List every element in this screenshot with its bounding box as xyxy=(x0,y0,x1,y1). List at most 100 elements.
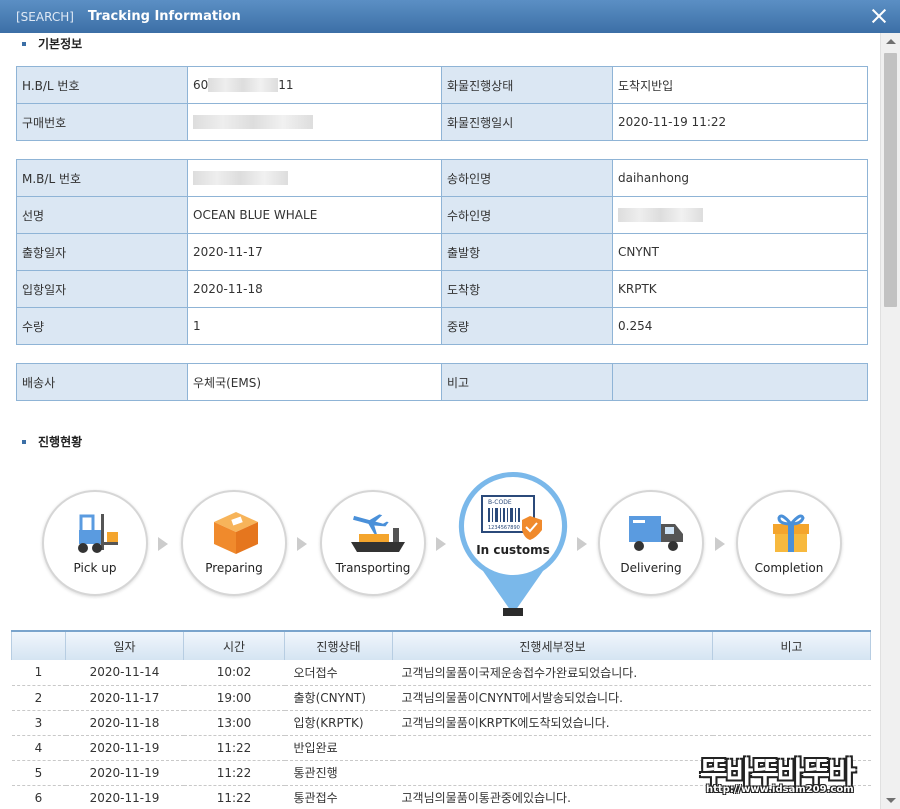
row-no: 3 xyxy=(11,710,66,736)
col-header-detail: 진행세부정보 xyxy=(392,630,713,660)
barcode-number: 1234567890 xyxy=(488,525,520,531)
row-date: 2020-11-19 xyxy=(65,735,184,761)
qty-label: 수량 xyxy=(16,307,188,345)
row-detail: 고객님의물품이통관중에있습니다. xyxy=(392,785,713,809)
vessel-label: 선명 xyxy=(16,196,188,234)
table-row: 4 2020-11-19 11:22 반입완료 xyxy=(11,735,871,761)
row-time: 11:22 xyxy=(183,785,285,809)
arrow-icon xyxy=(577,537,587,551)
vertical-scrollbar[interactable] xyxy=(880,33,900,809)
row-time: 11:22 xyxy=(183,735,285,761)
hbl-table: H.B/L 번호 60 11 화물진행상태 도착지반입 구매번호 화물진행일시 2… xyxy=(16,66,868,141)
arrow-icon xyxy=(158,537,168,551)
hbl-value: 60 11 xyxy=(187,66,442,104)
mbl-value xyxy=(187,159,442,197)
scroll-down-icon[interactable] xyxy=(886,798,896,803)
mbl-label: M.B/L 번호 xyxy=(16,159,188,197)
close-icon[interactable] xyxy=(868,5,890,27)
box-icon xyxy=(214,512,258,554)
row-detail: 고객님의물품이CNYNT에서발송되었습니다. xyxy=(392,685,713,711)
carrier-value: 우체국(EMS) xyxy=(187,363,442,401)
table-row: 3 2020-11-18 13:00 입항(KRPTK) 고객님의물품이KRPT… xyxy=(11,710,871,736)
customs-barcode-icon: B-CODE 1234567890 xyxy=(481,495,542,540)
table-row: 1 2020-11-14 10:02 오더접수 고객님의물품이국제운송접수가완료… xyxy=(11,660,871,686)
row-note xyxy=(712,685,871,711)
row-date: 2020-11-19 xyxy=(65,760,184,786)
step-delivering: Delivering xyxy=(598,490,704,596)
depart-date-label: 출항일자 xyxy=(16,233,188,271)
shipper-value: daihanhong xyxy=(612,159,868,197)
row-status: 반입완료 xyxy=(284,735,393,761)
status-label: 화물진행상태 xyxy=(441,66,613,104)
table-row: 6 2020-11-19 11:22 통관접수 고객님의물품이통관중에있습니다. xyxy=(11,785,871,809)
stamp-text: B-CODE xyxy=(488,499,512,506)
carrier-label: 배송사 xyxy=(16,363,188,401)
status-value: 도착지반입 xyxy=(612,66,868,104)
row-detail: 고객님의물품이KRPTK에도착되었습니다. xyxy=(392,710,713,736)
step-label-active: In customs xyxy=(476,543,550,557)
gift-icon xyxy=(773,514,809,552)
row-note xyxy=(712,785,871,809)
step-completion: Completion xyxy=(736,490,842,596)
row-detail xyxy=(392,735,713,761)
arrive-port-value: KRPTK xyxy=(612,270,868,308)
table-row: 2 2020-11-17 19:00 출항(CNYNT) 고객님의물품이CNYN… xyxy=(11,685,871,711)
history-table: 일자 시간 진행상태 진행세부정보 비고 1 2020-11-14 10:02 … xyxy=(11,630,871,809)
step-label: Transporting xyxy=(335,561,411,575)
row-note xyxy=(712,735,871,761)
purchase-label: 구매번호 xyxy=(16,103,188,141)
redacted-block xyxy=(193,171,288,186)
mbl-table: M.B/L 번호 송하인명 daihanhong 선명 OCEAN BLUE W… xyxy=(16,159,868,345)
col-header-time: 시간 xyxy=(183,630,285,660)
depart-date-value: 2020-11-17 xyxy=(187,233,442,271)
redacted-block xyxy=(618,208,703,223)
scroll-up-icon[interactable] xyxy=(886,39,896,44)
depart-port-value: CNYNT xyxy=(612,233,868,271)
status-time-value: 2020-11-19 11:22 xyxy=(612,103,868,141)
step-label: Completion xyxy=(754,561,824,575)
weight-label: 중량 xyxy=(441,307,613,345)
row-status: 통관접수 xyxy=(284,785,393,809)
arrive-port-label: 도착항 xyxy=(441,270,613,308)
step-label: Delivering xyxy=(620,561,682,575)
consignee-value xyxy=(612,196,868,234)
row-date: 2020-11-18 xyxy=(65,710,184,736)
shipper-label: 송하인명 xyxy=(441,159,613,197)
note-value xyxy=(612,363,868,401)
col-header-no xyxy=(11,630,66,660)
row-status: 오더접수 xyxy=(284,660,393,686)
arrow-icon xyxy=(715,537,725,551)
purchase-value xyxy=(187,103,442,141)
truck-icon xyxy=(629,516,683,551)
row-status: 출항(CNYNT) xyxy=(284,685,393,711)
bullet-icon xyxy=(22,439,26,444)
row-date: 2020-11-14 xyxy=(65,660,184,686)
carrier-table: 배송사 우체국(EMS) 비고 xyxy=(16,363,868,401)
scroll-thumb[interactable] xyxy=(884,53,897,307)
row-note xyxy=(712,710,871,736)
row-no: 5 xyxy=(11,760,66,786)
forklift-icon xyxy=(78,514,118,553)
table-row: 5 2020-11-19 11:22 통관진행 xyxy=(11,760,871,786)
arrow-icon xyxy=(297,537,307,551)
redacted-block xyxy=(208,78,279,93)
step-label: Pick up xyxy=(73,561,117,575)
window-title: Tracking Information xyxy=(87,9,241,24)
row-status: 통관진행 xyxy=(284,760,393,786)
row-time: 13:00 xyxy=(183,710,285,736)
row-detail: 고객님의물품이국제운송접수가완료되었습니다. xyxy=(392,660,713,686)
row-note xyxy=(712,760,871,786)
row-no: 2 xyxy=(11,685,66,711)
redacted-block xyxy=(193,115,313,130)
step-pickup: Pick up xyxy=(42,490,148,596)
step-transporting: Transporting xyxy=(320,490,426,596)
row-no: 4 xyxy=(11,735,66,761)
bullet-icon xyxy=(22,41,26,46)
hbl-label: H.B/L 번호 xyxy=(16,66,188,104)
qty-value: 1 xyxy=(187,307,442,345)
row-time: 11:22 xyxy=(183,760,285,786)
note-label: 비고 xyxy=(441,363,613,401)
row-detail xyxy=(392,760,713,786)
consignee-label: 수하인명 xyxy=(441,196,613,234)
arrive-date-value: 2020-11-18 xyxy=(187,270,442,308)
